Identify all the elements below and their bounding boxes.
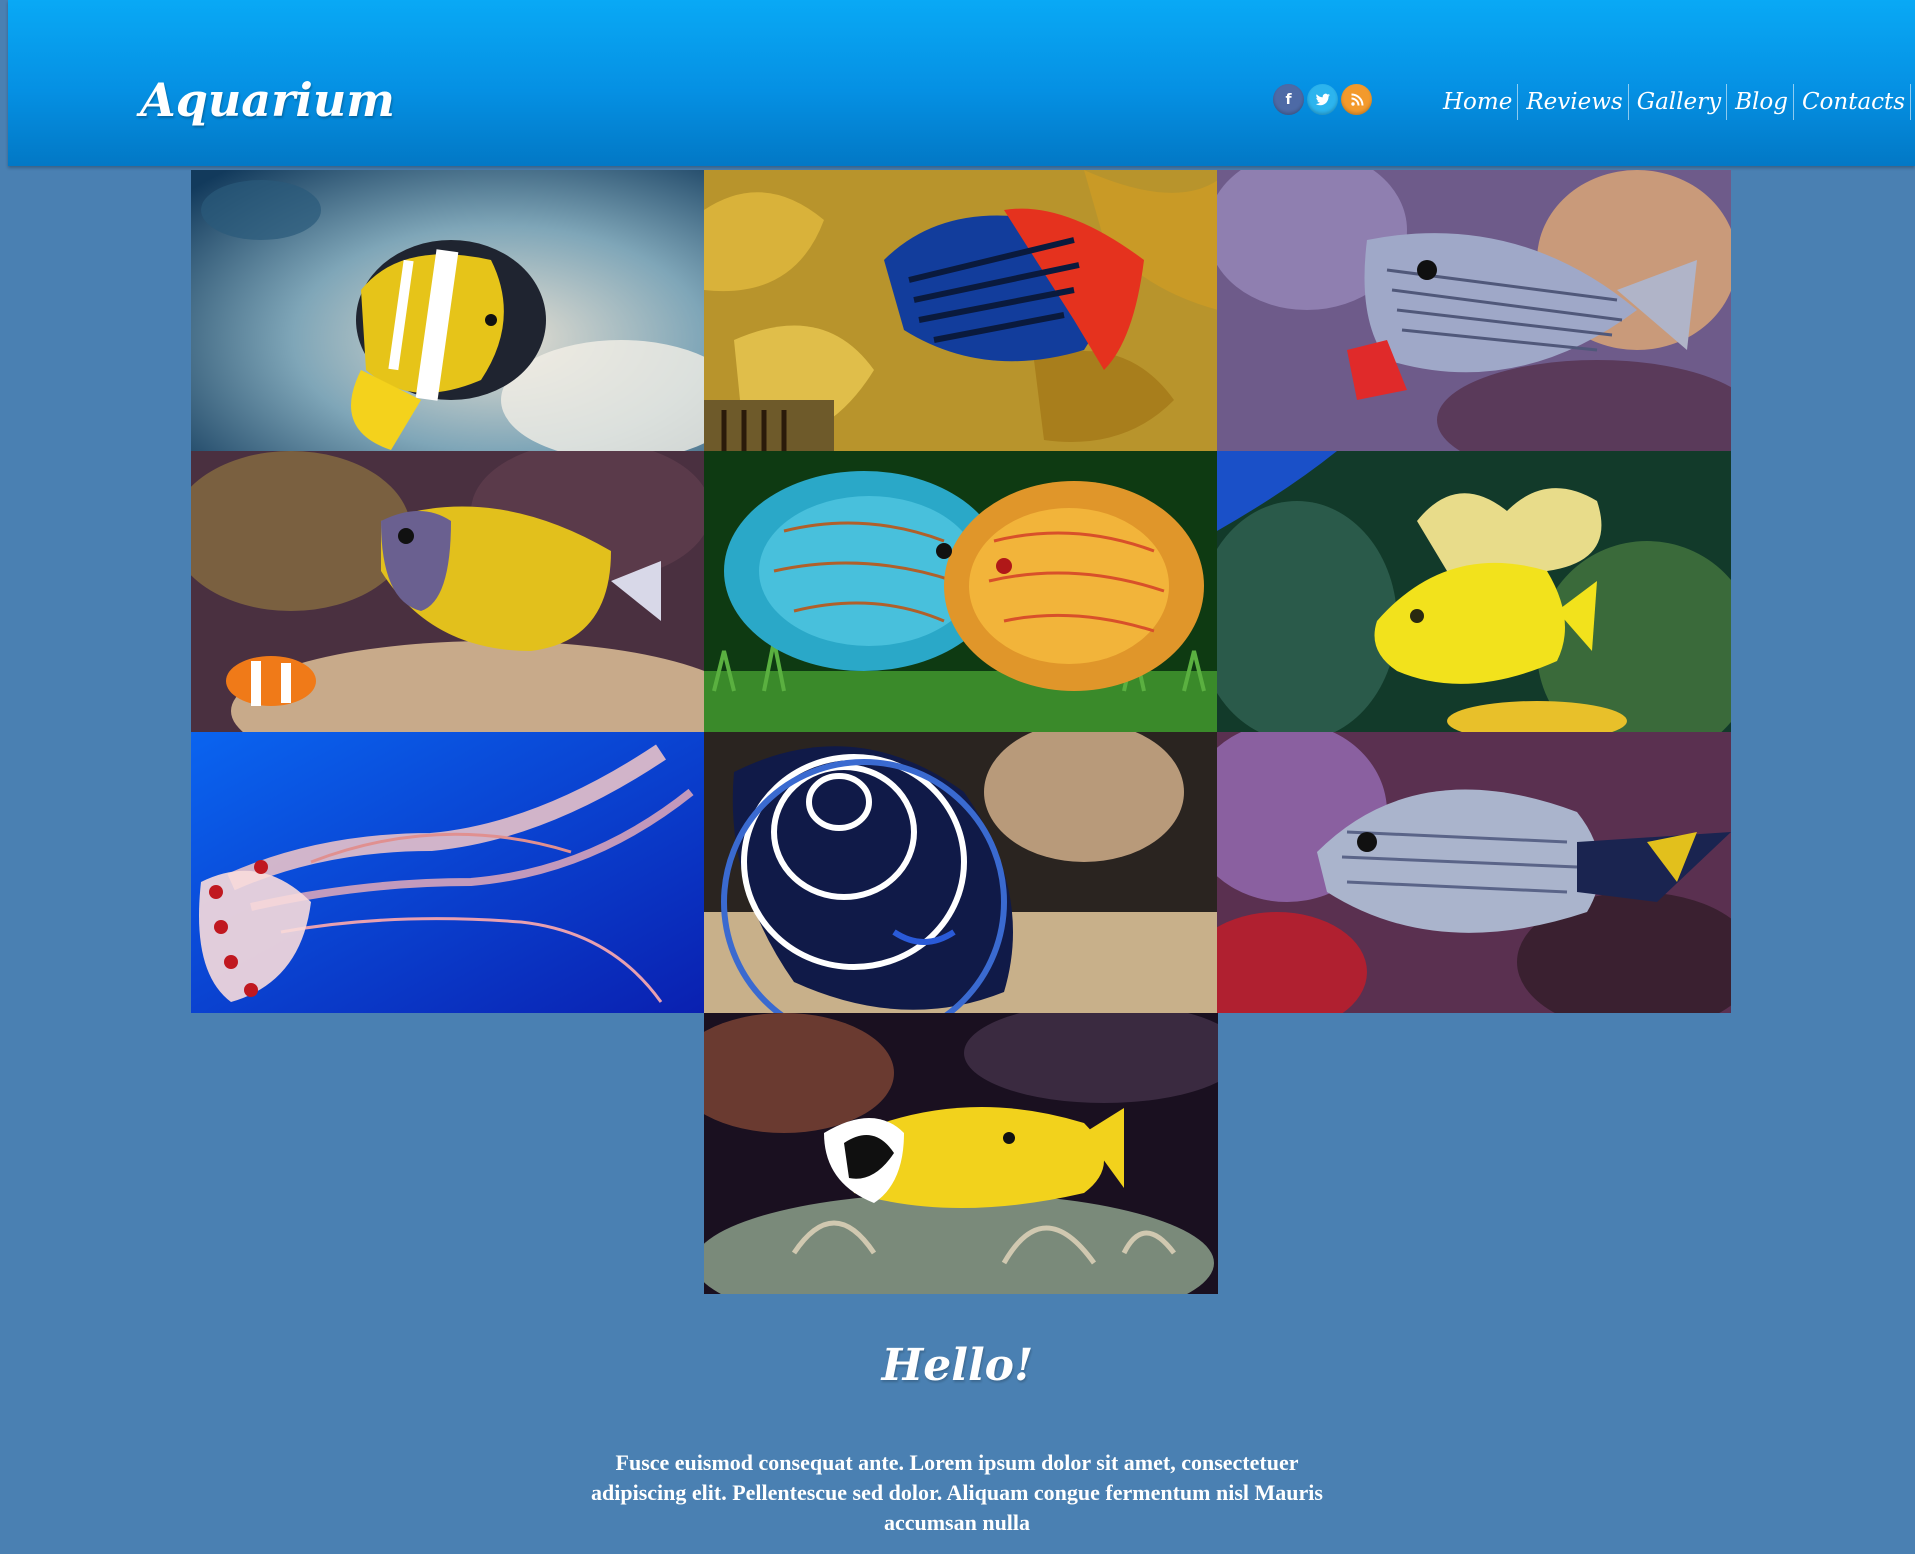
gallery-image-discus-pair[interactable] [704,451,1218,732]
gallery-image-silver-surgeonfish[interactable] [1217,732,1731,1013]
gallery-image-emperor-angelfish[interactable] [704,732,1218,1013]
photo-gallery [191,170,1731,1296]
facebook-icon[interactable]: f [1273,84,1304,115]
nav-reviews[interactable]: Reviews [1518,84,1629,120]
twitter-icon[interactable] [1307,84,1338,115]
intro-paragraph: Fusce euismod consequat ante. Lorem ipsu… [591,1450,1323,1535]
greeting-heading: Hello! [881,1340,1034,1391]
gallery-image-surgeonfish[interactable] [1217,170,1731,451]
nav-blog[interactable]: Blog [1727,84,1794,120]
gallery-image-foxface-rabbitfish[interactable] [704,1013,1218,1294]
gallery-image-yellow-tang[interactable] [1217,451,1731,732]
nav-contacts[interactable]: Contacts [1794,84,1912,120]
site-header: Aquarium f Home Reviews Gallery Blog Con… [8,0,1915,166]
gallery-image-clownfish[interactable] [191,170,705,451]
gallery-image-butterflyfish[interactable] [704,170,1218,451]
rss-icon[interactable] [1341,84,1372,115]
nav-home[interactable]: Home [1435,84,1519,120]
gallery-image-tang-and-clownfish[interactable] [191,451,705,732]
social-links: f [1273,84,1372,115]
gallery-image-jellyfish[interactable] [191,732,705,1013]
site-logo[interactable]: Aquarium [140,72,395,128]
nav-gallery[interactable]: Gallery [1629,84,1728,120]
main-nav: Home Reviews Gallery Blog Contacts [1435,82,1912,122]
